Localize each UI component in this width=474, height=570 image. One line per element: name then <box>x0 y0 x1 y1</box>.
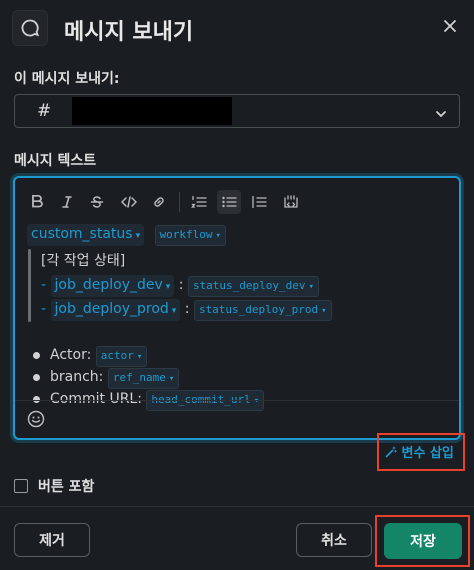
message-label: 메시지 텍스트 <box>14 153 97 169</box>
list-item: - job_deploy_dev ▾ : status_deploy_dev ▾ <box>41 275 319 297</box>
blockquote-icon[interactable] <box>247 190 271 214</box>
magic-wand-icon <box>385 446 402 461</box>
blockquote-bar <box>28 249 31 322</box>
dialog-title: 메시지 보내기 <box>64 20 194 45</box>
list-item: Actor: actor ▾ <box>33 346 148 367</box>
variable-token[interactable]: ref_name ▾ <box>107 368 180 389</box>
variable-token[interactable]: custom_status ▾ <box>27 224 145 246</box>
redacted-channel-name <box>72 97 232 125</box>
variable-token[interactable]: workflow ▾ <box>154 225 226 246</box>
save-highlight: 저장 <box>375 515 470 567</box>
italic-icon[interactable] <box>55 190 79 214</box>
list-item: branch: ref_name ▾ <box>33 368 180 389</box>
link-icon[interactable] <box>147 190 171 214</box>
message-editor[interactable]: custom_status ▾ workflow ▾ [각 작업 상태] - job… <box>13 176 461 440</box>
code-icon[interactable] <box>117 190 141 214</box>
include-button-checkbox[interactable] <box>14 479 28 493</box>
quote-title: [각 작업 상태] <box>41 253 126 269</box>
channel-label: 이 메시지 보내기: <box>14 71 120 87</box>
bulleted-list-icon[interactable] <box>217 190 241 214</box>
variable-token[interactable]: status_deploy_prod ▾ <box>193 300 332 321</box>
footer-divider <box>0 506 474 507</box>
variable-token[interactable]: job_deploy_prod ▾ <box>50 299 181 321</box>
strikethrough-icon[interactable] <box>85 190 109 214</box>
ordered-list-icon[interactable] <box>187 190 211 214</box>
variable-line: custom_status ▾ workflow ▾ <box>27 224 226 246</box>
save-button[interactable]: 저장 <box>384 523 462 559</box>
insert-variable-button[interactable]: 변수 삽입 <box>385 442 454 461</box>
variable-token[interactable]: status_deploy_dev ▾ <box>187 276 319 297</box>
variable-token[interactable]: actor ▾ <box>95 346 148 367</box>
smiley-icon[interactable] <box>27 410 45 432</box>
cancel-button[interactable]: 취소 <box>296 523 372 557</box>
hash-icon: # <box>37 101 52 121</box>
close-icon[interactable] <box>438 14 462 38</box>
bold-icon[interactable] <box>25 190 49 214</box>
code-block-icon[interactable] <box>279 190 303 214</box>
remove-button[interactable]: 제거 <box>14 523 90 557</box>
channel-select[interactable]: # <box>14 94 460 128</box>
list-item: - job_deploy_prod ▾ : status_deploy_prod ▾ <box>41 299 332 321</box>
include-button-label: 버튼 포함 <box>38 479 95 495</box>
chevron-down-icon <box>435 105 447 124</box>
insert-variable-highlight: 변수 삽입 <box>377 433 465 471</box>
speech-bubble-icon <box>12 10 48 46</box>
variable-token[interactable]: job_deploy_dev ▾ <box>50 275 175 297</box>
